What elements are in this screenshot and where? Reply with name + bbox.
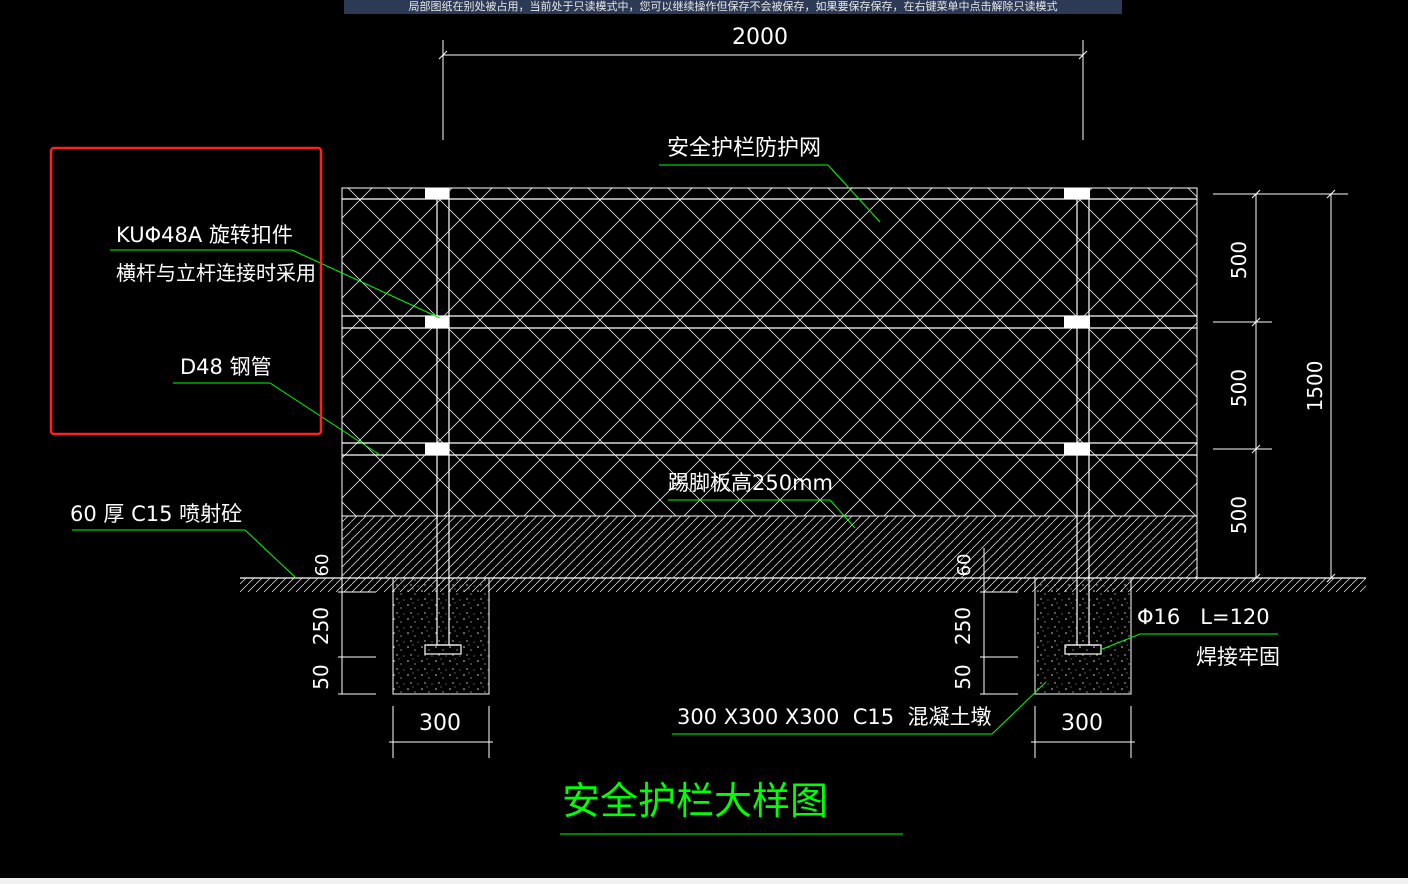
dim-left-50-text: 50 (309, 664, 333, 689)
label-rebar-line2: 焊接牢固 (1196, 645, 1280, 669)
dim-seg3-text: 500 (1227, 496, 1251, 534)
label-safety-net: 安全护栏防护网 (667, 136, 821, 161)
concrete-pier-right (1034, 577, 1132, 695)
selection-highlight-box[interactable] (49, 146, 323, 436)
label-shotcrete: 60 厚 C15 喷射砼 (70, 502, 242, 526)
dim-seg1-text: 500 (1227, 241, 1251, 279)
label-fitting-line1: KUΦ48A 旋转扣件 (116, 223, 293, 247)
dim-left-250-text: 250 (309, 607, 333, 645)
concrete-pier-left (392, 577, 490, 695)
dim-seg2-text: 500 (1227, 369, 1251, 407)
dim-right-250-text: 250 (951, 607, 975, 645)
dimension-width-top (438, 40, 1088, 140)
dim-right-50-text: 50 (951, 664, 975, 689)
fence-mesh-panel (341, 187, 1198, 517)
label-rebar-line1: Φ16 L=120 (1137, 605, 1270, 629)
dim-left-300-text: 300 (419, 711, 461, 736)
status-strip (0, 878, 1408, 884)
drawing-title: 安全护栏大样图 (562, 779, 828, 823)
label-toe-board: 踢脚板高250mm (668, 471, 833, 495)
toe-board (341, 515, 1198, 579)
cad-drawing-canvas[interactable]: 2000 500 500 500 1500 60 250 50 60 250 5… (0, 0, 1408, 878)
label-concrete-pier: 300 X300 X300 C15 混凝土墩 (677, 705, 991, 729)
dim-total-text: 1500 (1303, 361, 1327, 412)
dim-2000-text: 2000 (732, 25, 788, 50)
dim-right-60-text: 60 (954, 554, 975, 577)
dim-left-60-text: 60 (312, 554, 333, 577)
dim-right-300-text: 300 (1061, 711, 1103, 736)
label-pipe: D48 钢管 (180, 355, 272, 379)
label-fitting-line2: 横杆与立杆连接时采用 (116, 261, 316, 285)
